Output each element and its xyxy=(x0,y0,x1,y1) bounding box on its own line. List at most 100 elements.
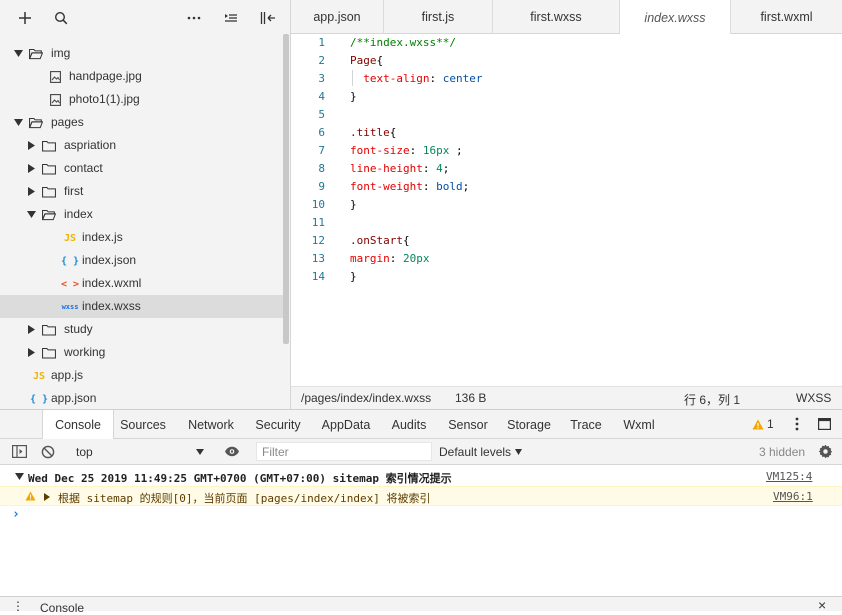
tree-item-index-js[interactable]: JS index.js xyxy=(0,226,283,249)
tree-item-app-js[interactable]: JS app.js xyxy=(0,364,283,387)
tree-item-study[interactable]: study xyxy=(0,318,283,341)
code-line[interactable]: margin: 20px xyxy=(350,252,430,265)
drawer-tab-console[interactable]: Console xyxy=(40,601,84,615)
tree-item-index[interactable]: index xyxy=(0,203,283,226)
chevron-right-icon[interactable] xyxy=(26,347,36,357)
chevron-right-icon[interactable] xyxy=(26,324,36,334)
devtab-network[interactable]: Network xyxy=(180,410,242,439)
console-prompt[interactable]: › xyxy=(12,507,20,522)
devtab-audits[interactable]: Audits xyxy=(386,410,432,439)
devtab-sources[interactable]: Sources xyxy=(114,410,172,439)
devtab-appdata[interactable]: AppData xyxy=(316,410,376,439)
tab-first-wxss[interactable]: first.wxss xyxy=(493,0,620,34)
folder-icon xyxy=(42,346,56,360)
source-link[interactable]: VM96:1 xyxy=(773,490,813,503)
folder-icon xyxy=(42,185,56,199)
cursor-position[interactable]: 行 6，列 1 xyxy=(684,391,740,408)
console-group-row[interactable]: Wed Dec 25 2019 11:49:25 GMT+0700 (GMT+0… xyxy=(0,467,842,487)
console-warning-row[interactable]: 根据 sitemap 的规则[0]，当前页面 [pages/index/inde… xyxy=(0,486,842,506)
tab-first-js[interactable]: first.js xyxy=(384,0,493,34)
dropdown-arrow-icon xyxy=(515,449,522,455)
context-selector[interactable]: top xyxy=(68,441,210,462)
tab-first-wxml[interactable]: first.wxml xyxy=(731,0,842,34)
tree-item-label: working xyxy=(64,345,106,359)
tab-index-wxss[interactable]: index.wxss xyxy=(620,0,731,35)
chevron-right-icon[interactable] xyxy=(26,163,36,173)
eye-icon[interactable] xyxy=(224,446,240,457)
code-line[interactable]: } xyxy=(350,90,357,103)
code-token: bold xyxy=(436,180,463,193)
settings-gear-icon[interactable] xyxy=(818,444,833,459)
tab-app-json[interactable]: app.json xyxy=(291,0,384,34)
warning-counter[interactable]: 1 xyxy=(752,417,774,431)
code-line[interactable]: } xyxy=(350,270,357,283)
tree-item-img[interactable]: img xyxy=(0,42,283,65)
code-token: 20px xyxy=(403,252,430,265)
explorer-scrollbar[interactable] xyxy=(283,34,289,344)
file-size: 136 B xyxy=(455,391,487,405)
source-link[interactable]: VM125:4 xyxy=(766,470,812,483)
code-line[interactable]: line-height: 4; xyxy=(350,162,449,175)
tree-item-index-json[interactable]: { } index.json xyxy=(0,249,283,272)
devtab-security[interactable]: Security xyxy=(250,410,306,439)
kebab-menu-icon[interactable] xyxy=(791,417,803,431)
devtab-console[interactable]: Console xyxy=(42,410,114,440)
clear-console-icon[interactable] xyxy=(41,445,55,459)
tree-item-pages[interactable]: pages xyxy=(0,111,283,134)
code-line[interactable]: font-weight: bold; xyxy=(350,180,469,193)
plus-icon[interactable] xyxy=(16,9,34,27)
line-number: 14 xyxy=(311,270,325,283)
chevron-down-icon[interactable] xyxy=(13,48,23,58)
chevron-down-icon[interactable] xyxy=(13,117,23,127)
devtab-storage[interactable]: Storage xyxy=(503,410,555,439)
dock-side-icon[interactable] xyxy=(818,418,831,430)
collapse-lines-icon[interactable] xyxy=(222,9,240,27)
chevron-down-icon[interactable] xyxy=(26,209,36,219)
chevron-right-icon[interactable] xyxy=(26,186,36,196)
sidebar-toggle-icon[interactable] xyxy=(12,445,27,458)
more-icon[interactable] xyxy=(185,9,203,27)
code-line[interactable]: text-align: center xyxy=(350,72,482,85)
code-token: .onStart xyxy=(350,234,403,247)
filter-input[interactable] xyxy=(256,442,432,461)
tree-item-first[interactable]: first xyxy=(0,180,283,203)
tree-item-contact[interactable]: contact xyxy=(0,157,283,180)
devtab-sensor[interactable]: Sensor xyxy=(444,410,492,439)
collapsed-arrow-icon[interactable] xyxy=(44,493,50,501)
code-line[interactable]: /**index.wxss**/ xyxy=(350,36,456,49)
tree-item-index-wxml[interactable]: < > index.wxml xyxy=(0,272,283,295)
expand-arrow-icon[interactable] xyxy=(15,473,24,480)
hidden-count: 3 hidden xyxy=(759,445,806,459)
chevron-right-icon[interactable] xyxy=(26,140,36,150)
json-file-icon: { } xyxy=(29,393,49,405)
code-line[interactable]: .title{ xyxy=(350,126,396,139)
tree-item-handpage-jpg[interactable]: handpage.jpg xyxy=(0,65,283,88)
js-file-icon: JS xyxy=(63,232,77,244)
devtab-wxml[interactable]: Wxml xyxy=(618,410,660,439)
devtab-label: Sources xyxy=(120,417,166,432)
file-explorer: img handpage.jpg photo1(1).jpg pages aspriat… xyxy=(0,0,291,409)
tree-item-app-json[interactable]: { } app.json xyxy=(0,387,283,410)
image-file-icon xyxy=(48,70,62,84)
panel-toggle-icon[interactable] xyxy=(259,9,277,27)
code-token: : xyxy=(422,180,437,193)
warning-message: 根据 sitemap 的规则[0]，当前页面 [pages/index/inde… xyxy=(58,492,431,505)
tree-item-label: contact xyxy=(64,161,103,175)
tree-item-index-wxss[interactable]: wxss index.wxss xyxy=(0,295,283,318)
tree-item-working[interactable]: working xyxy=(0,341,283,364)
line-number: 3 xyxy=(318,72,325,85)
language-mode[interactable]: WXSS xyxy=(796,391,831,405)
tree-item-label: study xyxy=(64,322,93,336)
code-line[interactable]: .onStart{ xyxy=(350,234,410,247)
devtab-trace[interactable]: Trace xyxy=(566,410,606,439)
tree-item-photo1-1-jpg[interactable]: photo1(1).jpg xyxy=(0,88,283,111)
log-levels-dropdown[interactable]: Default levels xyxy=(439,441,529,462)
search-icon[interactable] xyxy=(52,9,70,27)
code-token: font-weight xyxy=(350,180,423,193)
code-line[interactable]: font-size: 16px ; xyxy=(350,144,463,157)
code-line[interactable]: } xyxy=(350,198,357,211)
line-number: 4 xyxy=(318,90,325,103)
tree-item-aspriation[interactable]: aspriation xyxy=(0,134,283,157)
code-line[interactable]: Page{ xyxy=(350,54,383,67)
code-editor[interactable]: 1/**index.wxss**/2 Page{3 text-align: cen… xyxy=(291,34,842,386)
